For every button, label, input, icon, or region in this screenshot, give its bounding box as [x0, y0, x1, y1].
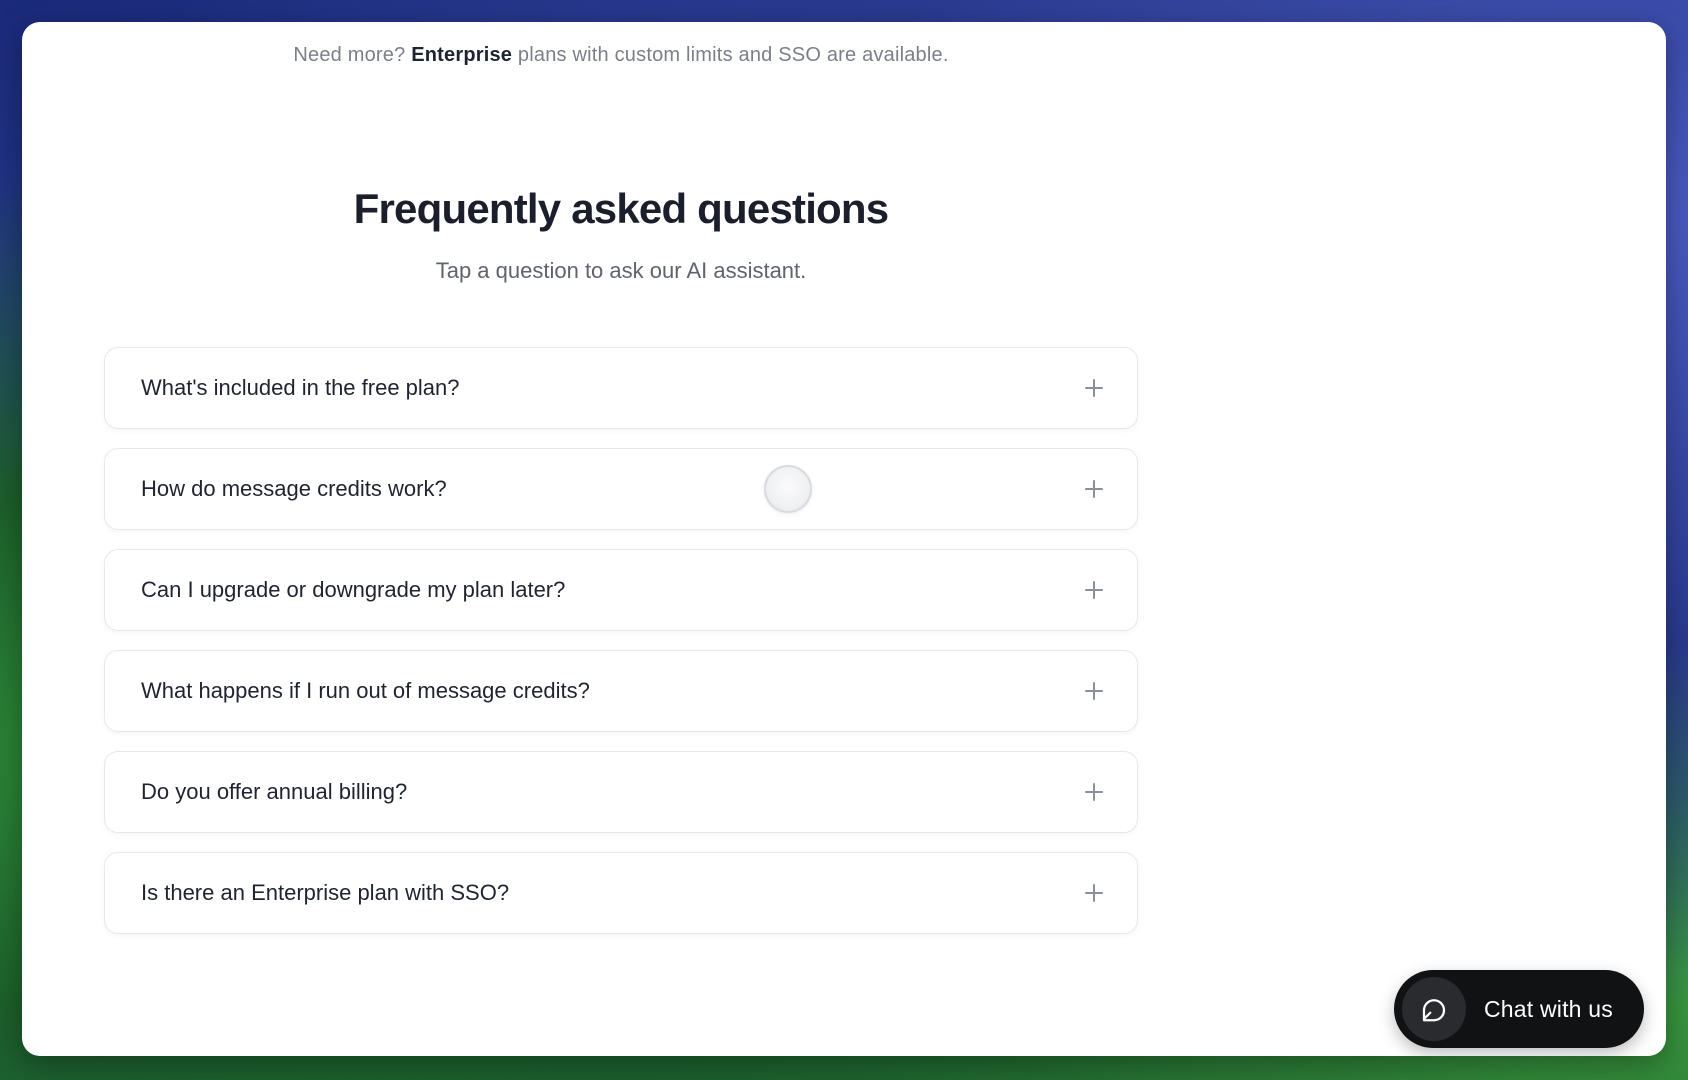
plus-icon: [1085, 783, 1103, 801]
faq-item[interactable]: Can I upgrade or downgrade my plan later…: [104, 549, 1138, 631]
faq-title: Frequently asked questions: [353, 185, 889, 232]
faq-item[interactable]: What's included in the free plan?: [104, 347, 1138, 429]
faq-question: Can I upgrade or downgrade my plan later…: [141, 577, 566, 602]
faq-item[interactable]: Is there an Enterprise plan with SSO?: [104, 852, 1138, 934]
faq-item[interactable]: How do message credits work?: [104, 448, 1138, 530]
plus-icon: [1085, 581, 1103, 599]
plus-icon: [1085, 682, 1103, 700]
chat-bubble-icon: [1422, 999, 1446, 1022]
plus-icon: [1085, 379, 1103, 397]
browser-window: Need more? Enterprise plans with custom …: [22, 22, 1666, 1056]
notice-enterprise-link[interactable]: Enterprise: [411, 44, 512, 66]
chat-with-us-button[interactable]: Chat with us: [1394, 970, 1644, 1048]
chat-button-label: Chat with us: [1484, 995, 1613, 1022]
faq-question: What happens if I run out of message cre…: [141, 678, 590, 703]
faq-question: Is there an Enterprise plan with SSO?: [141, 880, 510, 905]
chat-icon-container: [1402, 977, 1466, 1041]
faq-list: What's included in the free plan? How do…: [104, 347, 1138, 953]
mouse-cursor-indicator: [764, 465, 812, 513]
notice-prefix: Need more?: [293, 44, 406, 66]
plus-icon: [1085, 480, 1103, 498]
faq-question: Do you offer annual billing?: [141, 779, 408, 804]
faq-subtitle: Tap a question to ask our AI assistant.: [435, 258, 807, 283]
faq-question: How do message credits work?: [141, 476, 447, 501]
faq-question: What's included in the free plan?: [141, 375, 460, 400]
faq-item[interactable]: What happens if I run out of message cre…: [104, 650, 1138, 732]
notice-suffix: plans with custom limits and SSO are ava…: [517, 44, 949, 66]
faq-item[interactable]: Do you offer annual billing?: [104, 751, 1138, 833]
enterprise-notice: Need more? Enterprise plans with custom …: [22, 44, 1220, 67]
plus-icon: [1085, 884, 1103, 902]
